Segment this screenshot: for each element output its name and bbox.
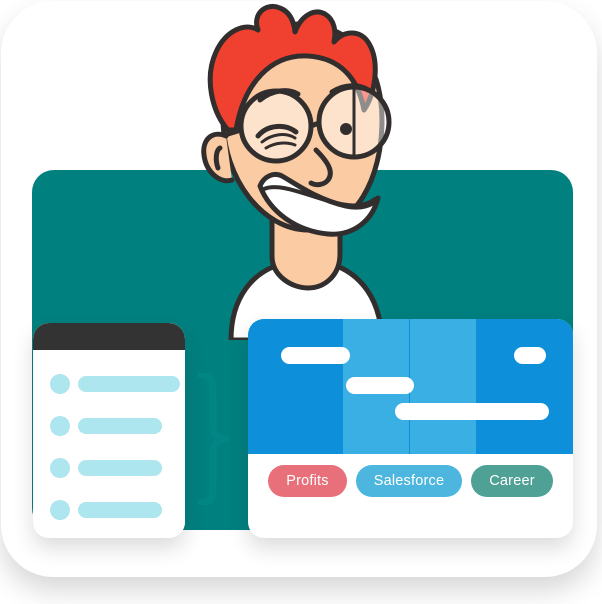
list-bullet-icon — [50, 458, 70, 478]
gantt-column — [477, 319, 543, 454]
tag-career[interactable]: Career — [471, 465, 553, 497]
gantt-task-bar[interactable] — [395, 403, 549, 420]
gantt-task-bar[interactable] — [514, 347, 546, 364]
gantt-column — [248, 319, 276, 454]
eye-right-pupil — [340, 123, 352, 135]
tag-salesforce[interactable]: Salesforce — [355, 465, 463, 497]
gantt-chart-area — [248, 319, 573, 454]
gantt-task-bar[interactable] — [346, 377, 414, 394]
tag-row: Profits Salesforce Career — [248, 461, 573, 501]
gantt-column — [410, 319, 476, 454]
brace-path — [197, 371, 231, 507]
gantt-column — [544, 319, 573, 454]
list-bullet-icon — [50, 374, 70, 394]
glasses-bridge — [308, 120, 322, 129]
illustration-scene: Profits Salesforce Career — [0, 0, 602, 604]
list-item-placeholder — [78, 376, 180, 392]
list-item-placeholder — [78, 460, 162, 476]
person-illustration — [168, 0, 436, 340]
list-item-placeholder — [78, 502, 162, 518]
checklist-card-header — [33, 323, 185, 350]
gantt-task-bar[interactable] — [281, 347, 350, 364]
checklist-card[interactable] — [33, 323, 185, 538]
list-bullet-icon — [50, 416, 70, 436]
gantt-column — [277, 319, 342, 454]
list-item-placeholder — [78, 418, 162, 434]
list-bullet-icon — [50, 500, 70, 520]
tag-profits[interactable]: Profits — [268, 465, 347, 497]
curly-brace-connector — [197, 371, 233, 507]
gantt-chart-card[interactable]: Profits Salesforce Career — [248, 319, 573, 538]
checklist-card-body — [33, 350, 185, 538]
